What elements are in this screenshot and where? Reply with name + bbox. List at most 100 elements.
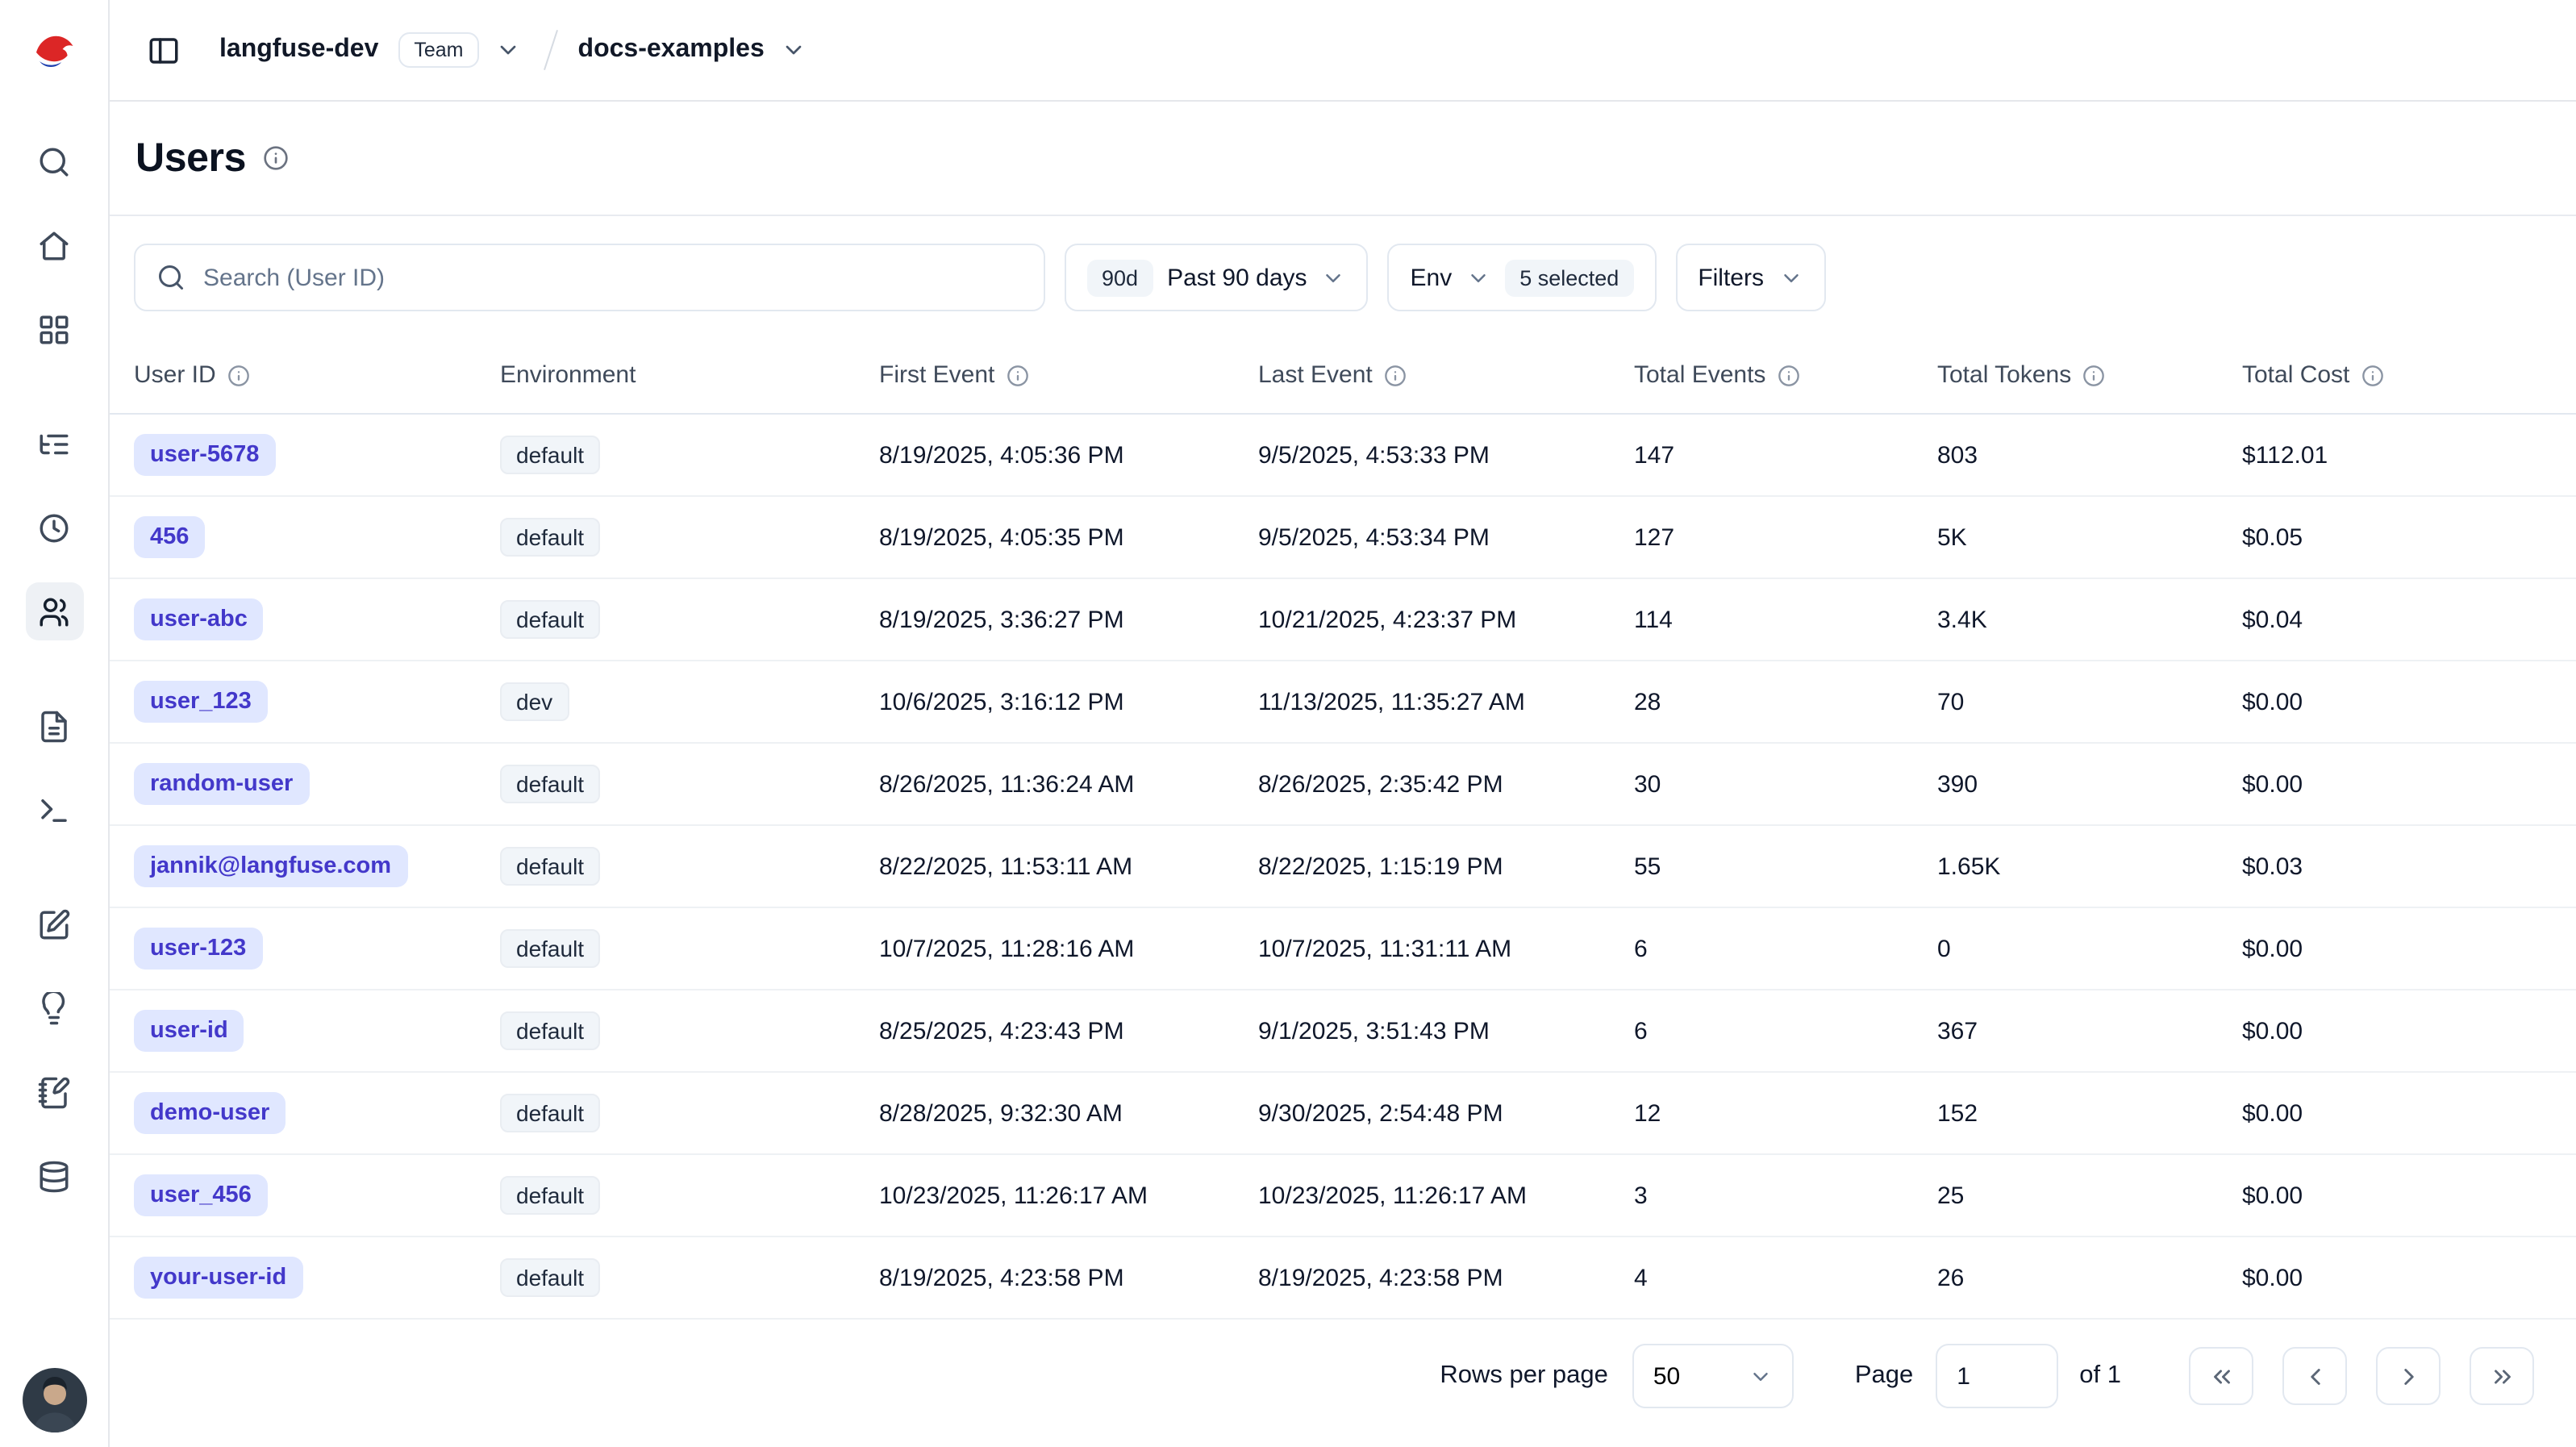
table-row[interactable]: random-user default 8/26/2025, 11:36:24 … (110, 744, 2576, 826)
column-label: Total Tokens (1937, 361, 2071, 389)
table-row[interactable]: user_123 dev 10/6/2025, 3:16:12 PM 11/13… (110, 661, 2576, 744)
next-page-button[interactable] (2376, 1347, 2441, 1405)
total-tokens-cell: 367 (1937, 1017, 2242, 1045)
sidebar-item-square-pen[interactable] (25, 895, 83, 953)
total-cost-cell: $0.00 (2242, 688, 2576, 715)
sidebar-item-search[interactable] (25, 132, 83, 190)
column-header-first-event[interactable]: First Event (879, 361, 1258, 389)
last-page-button[interactable] (2470, 1347, 2534, 1405)
search-input[interactable] (203, 264, 1023, 291)
first-event-cell: 8/19/2025, 4:23:58 PM (879, 1264, 1258, 1291)
last-event-cell: 8/26/2025, 2:35:42 PM (1258, 770, 1634, 798)
sidebar-item-lightbulb[interactable] (25, 979, 83, 1037)
rows-per-page-select[interactable]: 50 (1632, 1344, 1794, 1408)
table-row[interactable]: user-abc default 8/19/2025, 3:36:27 PM 1… (110, 579, 2576, 661)
previous-page-button[interactable] (2282, 1347, 2347, 1405)
project-switcher-button[interactable] (777, 34, 810, 66)
first-page-button[interactable] (2189, 1347, 2253, 1405)
table-row[interactable]: your-user-id default 8/19/2025, 4:23:58 … (110, 1237, 2576, 1320)
clock-icon (37, 511, 71, 544)
panel-left-icon (146, 33, 180, 67)
sidebar-toggle-button[interactable] (135, 23, 190, 77)
page-number-input[interactable] (1936, 1344, 2058, 1408)
date-range-picker[interactable]: 90d Past 90 days (1065, 244, 1369, 311)
table-row[interactable]: user-id default 8/25/2025, 4:23:43 PM 9/… (110, 990, 2576, 1073)
langfuse-logo-icon (31, 28, 77, 73)
org-name[interactable]: langfuse-dev (219, 35, 378, 65)
topbar: langfuse-dev Team docs-examples (110, 0, 2576, 102)
total-events-cell: 3 (1634, 1182, 1937, 1209)
environment-badge: dev (500, 682, 569, 721)
environment-filter[interactable]: Env 5 selected (1388, 244, 1657, 311)
total-events-cell: 55 (1634, 853, 1937, 880)
column-header-user-id[interactable]: User ID (134, 361, 500, 389)
column-header-total-tokens[interactable]: Total Tokens (1937, 361, 2242, 389)
total-cost-cell: $0.00 (2242, 1182, 2576, 1209)
total-cost-cell: $0.04 (2242, 606, 2576, 633)
org-switcher-button[interactable] (493, 34, 525, 66)
sidebar-item-clock[interactable] (25, 498, 83, 557)
user-id-badge[interactable]: user-id (134, 1010, 244, 1052)
env-label: Env (1411, 264, 1453, 291)
total-tokens-cell: 803 (1937, 441, 2242, 469)
sidebar-item-database[interactable] (25, 1147, 83, 1205)
environment-badge: default (500, 1258, 600, 1297)
table-row[interactable]: user-5678 default 8/19/2025, 4:05:36 PM … (110, 415, 2576, 497)
logo-box[interactable] (0, 0, 108, 102)
total-cost-cell: $0.00 (2242, 1264, 2576, 1291)
user-avatar[interactable] (22, 1368, 86, 1432)
sidebar (0, 0, 110, 1447)
info-icon[interactable] (1777, 364, 1799, 386)
chevron-down-icon (1466, 265, 1490, 290)
user-id-badge[interactable]: your-user-id (134, 1257, 302, 1299)
column-header-environment[interactable]: Environment (500, 361, 879, 389)
user-id-badge[interactable]: random-user (134, 763, 309, 805)
user-id-badge[interactable]: user-123 (134, 928, 262, 970)
user-id-badge[interactable]: user_456 (134, 1174, 268, 1216)
sidebar-item-notebook-pen[interactable] (25, 1063, 83, 1121)
rows-per-page-label: Rows per page (1440, 1362, 1608, 1391)
sidebar-item-users[interactable] (25, 582, 83, 640)
user-id-badge[interactable]: user_123 (134, 681, 268, 723)
column-label: Total Cost (2242, 361, 2349, 389)
info-icon[interactable] (262, 145, 288, 171)
table-row[interactable]: demo-user default 8/28/2025, 9:32:30 AM … (110, 1073, 2576, 1155)
user-id-badge[interactable]: demo-user (134, 1092, 286, 1134)
info-icon[interactable] (227, 364, 250, 386)
table-row[interactable]: 456 default 8/19/2025, 4:05:35 PM 9/5/20… (110, 497, 2576, 579)
sidebar-item-terminal[interactable] (25, 781, 83, 839)
sidebar-item-home[interactable] (25, 216, 83, 274)
date-range-label: Past 90 days (1167, 264, 1307, 291)
chevrons-right-icon (2488, 1362, 2516, 1390)
table-row[interactable]: user-123 default 10/7/2025, 11:28:16 AM … (110, 908, 2576, 990)
user-id-badge[interactable]: jannik@langfuse.com (134, 845, 407, 887)
info-icon[interactable] (1006, 364, 1028, 386)
last-event-cell: 9/5/2025, 4:53:34 PM (1258, 523, 1634, 551)
sidebar-item-grid[interactable] (25, 300, 83, 358)
total-cost-cell: $0.00 (2242, 1099, 2576, 1127)
sidebar-item-file-text[interactable] (25, 697, 83, 755)
date-range-shortcut-chip: 90d (1087, 259, 1153, 296)
user-id-badge[interactable]: 456 (134, 516, 205, 558)
table-row[interactable]: jannik@langfuse.com default 8/22/2025, 1… (110, 826, 2576, 908)
user-id-badge[interactable]: user-abc (134, 598, 264, 640)
search-icon (37, 144, 71, 178)
user-id-badge[interactable]: user-5678 (134, 434, 275, 476)
project-name[interactable]: docs-examples (578, 35, 765, 65)
org-type-badge: Team (398, 32, 479, 68)
filters-button[interactable]: Filters (1675, 244, 1825, 311)
table-row[interactable]: user_456 default 10/23/2025, 11:26:17 AM… (110, 1155, 2576, 1237)
column-header-last-event[interactable]: Last Event (1258, 361, 1634, 389)
column-header-total-cost[interactable]: Total Cost (2242, 361, 2576, 389)
sidebar-item-list-tree[interactable] (25, 415, 83, 473)
list-tree-icon (37, 427, 71, 461)
last-event-cell: 11/13/2025, 11:35:27 AM (1258, 688, 1634, 715)
info-icon[interactable] (1384, 364, 1407, 386)
info-icon[interactable] (2361, 364, 2383, 386)
total-cost-cell: $112.01 (2242, 441, 2576, 469)
file-text-icon (37, 709, 71, 743)
column-header-total-events[interactable]: Total Events (1634, 361, 1937, 389)
total-events-cell: 4 (1634, 1264, 1937, 1291)
breadcrumb: langfuse-dev Team docs-examples (219, 29, 810, 71)
info-icon[interactable] (2082, 364, 2105, 386)
